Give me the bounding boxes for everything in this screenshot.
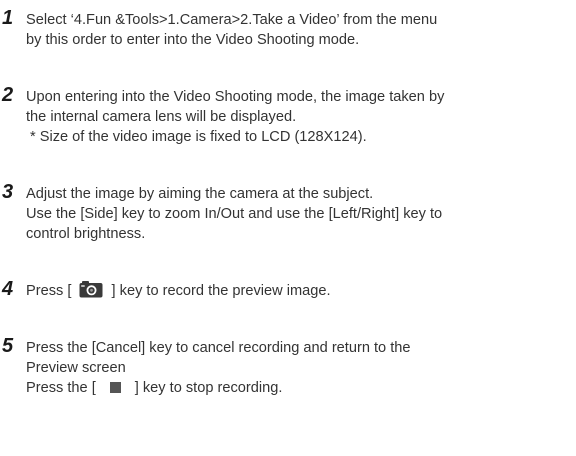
step-line: Press [ ] key to record the preview imag… bbox=[26, 281, 572, 304]
step-line: the internal camera lens will be display… bbox=[26, 109, 297, 125]
stop-key-icon bbox=[109, 382, 121, 393]
step-text-before-icon: Press the [ bbox=[26, 380, 96, 396]
step-number: 3 bbox=[2, 181, 14, 203]
step-text: Upon entering into the Video Shooting mo… bbox=[26, 87, 572, 147]
step-line: Upon entering into the Video Shooting mo… bbox=[26, 89, 445, 105]
step-text: Select ‘4.Fun &Tools>1.Camera>2.Take a V… bbox=[26, 10, 572, 50]
step-text: Adjust the image by aiming the camera at… bbox=[26, 184, 572, 244]
step-note: * Size of the video image is fixed to LC… bbox=[30, 129, 367, 145]
step-number: 4 bbox=[2, 278, 14, 300]
step-number: 2 bbox=[2, 84, 14, 106]
step-line: Use the [Side] key to zoom In/Out and us… bbox=[26, 206, 443, 222]
step-text: Press [ ] key to record the preview imag… bbox=[26, 281, 572, 304]
camera-key-icon bbox=[79, 281, 103, 304]
step-line: control brightness. bbox=[26, 226, 146, 242]
step-line: Adjust the image by aiming the camera at… bbox=[26, 186, 374, 202]
step-number: 1 bbox=[2, 7, 14, 29]
instruction-page: 1 Select ‘4.Fun &Tools>1.Camera>2.Take a… bbox=[0, 0, 576, 456]
step-line: Preview screen bbox=[26, 360, 126, 376]
step-number: 5 bbox=[2, 335, 14, 357]
step-line: Press the [Cancel] key to cancel recordi… bbox=[26, 340, 411, 356]
step-text-before-icon: Press [ bbox=[26, 283, 72, 299]
step-text: Press the [Cancel] key to cancel recordi… bbox=[26, 338, 572, 398]
step-line: Press the [ ] key to stop recording. bbox=[26, 378, 572, 398]
step-text-after-icon: ] key to record the preview image. bbox=[111, 283, 331, 299]
step-line: Select ‘4.Fun &Tools>1.Camera>2.Take a V… bbox=[26, 12, 438, 28]
step-line: by this order to enter into the Video Sh… bbox=[26, 32, 360, 48]
step-text-after-icon: ] key to stop recording. bbox=[134, 380, 283, 396]
